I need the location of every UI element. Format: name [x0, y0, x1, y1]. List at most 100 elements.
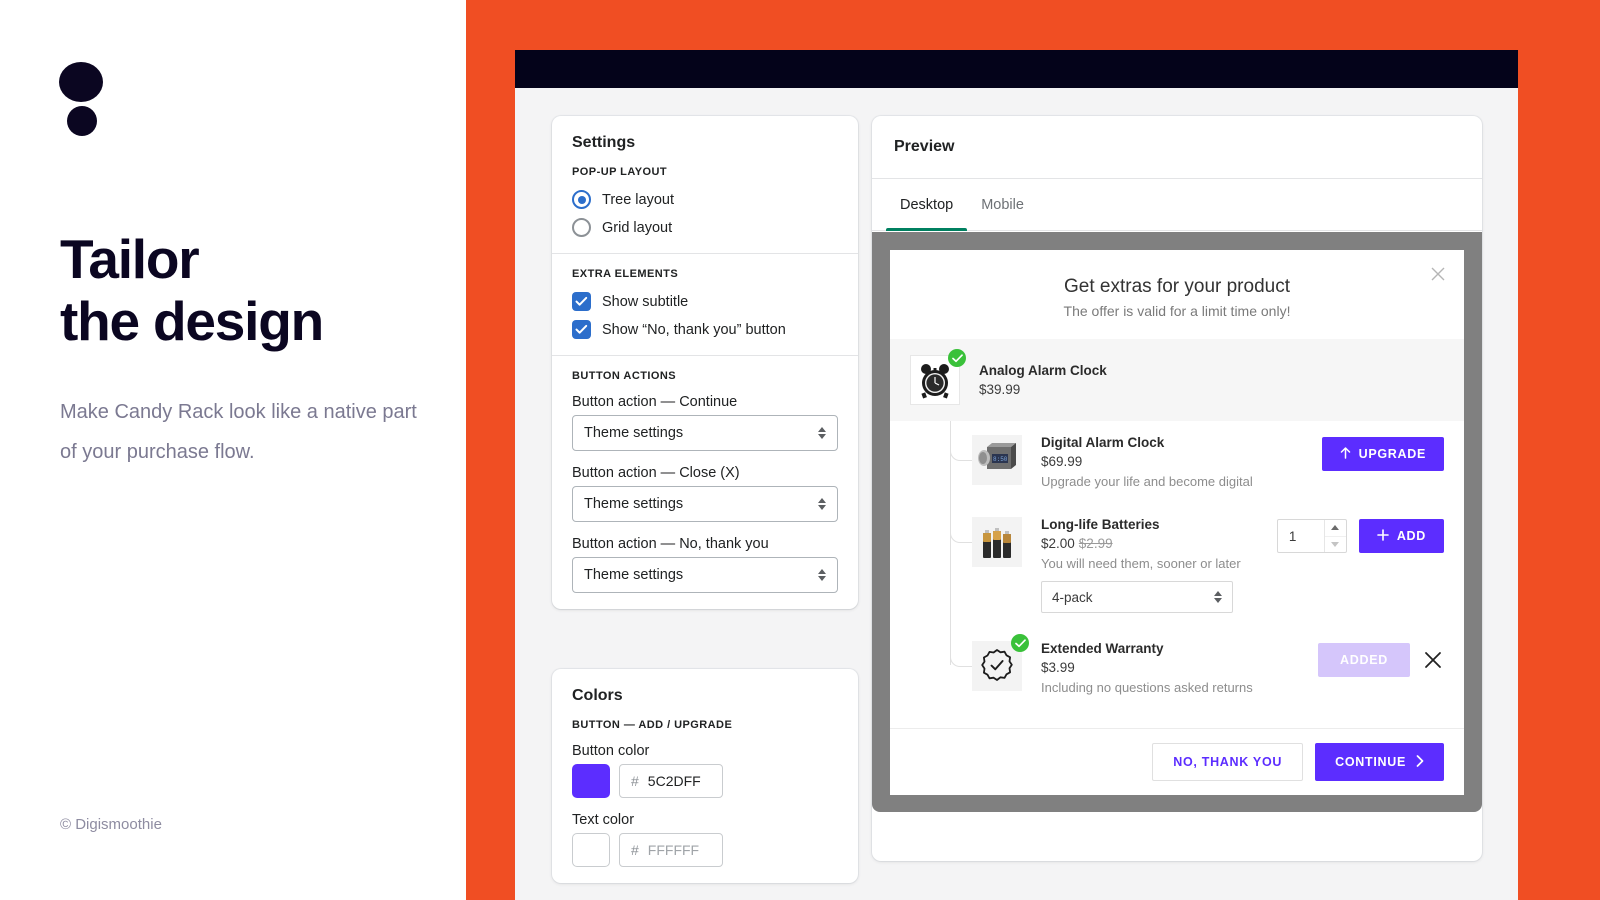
- upgrade-button[interactable]: UPGRADE: [1321, 437, 1444, 471]
- chevron-updown-icon: [818, 427, 826, 439]
- button-color-hex-input[interactable]: # 5C2DFF: [619, 764, 723, 798]
- hash-prefix: #: [631, 842, 639, 858]
- extra-elements-label: EXTRA ELEMENTS: [572, 268, 679, 280]
- parent-product-name: Analog Alarm Clock: [979, 363, 1107, 378]
- checkbox-show-subtitle[interactable]: Show subtitle: [572, 292, 838, 311]
- add-button[interactable]: ADD: [1358, 519, 1444, 553]
- page-title-line2: the design: [60, 290, 324, 352]
- child-product-description: You will need them, sooner or later: [1041, 556, 1241, 571]
- two-dots-logo-icon: [59, 62, 103, 144]
- continue-button[interactable]: CONTINUE: [1315, 743, 1444, 781]
- quantity-increase-button[interactable]: [1324, 520, 1346, 537]
- checkmark-icon: [572, 292, 591, 311]
- digital-alarm-clock-thumb-icon: 8:50: [972, 435, 1022, 485]
- parent-product-row: Analog Alarm Clock $39.99: [890, 339, 1464, 421]
- tab-mobile-label: Mobile: [981, 196, 1024, 213]
- no-thank-you-button[interactable]: NO, THANK YOU: [1152, 743, 1304, 781]
- check-circle-icon: [1011, 634, 1029, 652]
- radio-grid-layout[interactable]: Grid layout: [572, 218, 838, 237]
- text-color-hex-input[interactable]: # FFFFFF: [619, 833, 723, 867]
- button-actions-label: BUTTON ACTIONS: [572, 370, 677, 382]
- child-product-row: Long-life Batteries $2.00 $2.99 You will …: [950, 503, 1464, 627]
- child-product-price: $2.00 $2.99: [1041, 536, 1277, 551]
- copyright-text: © Digismoothie: [60, 816, 162, 833]
- parent-product-price: $39.99: [979, 382, 1021, 397]
- analog-alarm-clock-thumb-icon: [910, 349, 966, 405]
- remove-item-icon[interactable]: [1422, 649, 1444, 671]
- page-title: Tailor the design: [60, 228, 440, 352]
- warranty-seal-icon: [972, 634, 1029, 691]
- field-label-continue: Button action — Continue: [572, 394, 738, 410]
- arrow-up-icon: [1340, 446, 1351, 462]
- tab-mobile[interactable]: Mobile: [967, 179, 1038, 230]
- select-button-action-no-thank-you[interactable]: Theme settings: [572, 557, 838, 593]
- radio-unselected-icon: [572, 218, 591, 237]
- tree-branch-line: [950, 627, 972, 667]
- field-label-close: Button action — Close (X): [572, 465, 740, 481]
- upgrade-button-label: UPGRADE: [1358, 447, 1426, 461]
- variant-select[interactable]: 4-pack: [1041, 581, 1233, 613]
- text-color-hex-value: FFFFFF: [647, 842, 700, 858]
- section-button-colors: BUTTON — ADD / UPGRADE Button color # 5C…: [552, 705, 858, 883]
- button-color-swatch[interactable]: [572, 764, 610, 798]
- popup-footer: NO, THANK YOU CONTINUE: [890, 728, 1464, 795]
- child-product-price: $3.99: [1041, 660, 1075, 675]
- checkbox-show-no-thank-you-label: Show “No, thank you” button: [602, 321, 786, 338]
- colors-card-title: Colors: [572, 687, 623, 704]
- button-color-hex-value: 5C2DFF: [647, 773, 701, 789]
- child-product-name: Extended Warranty: [1041, 641, 1164, 656]
- added-button[interactable]: ADDED: [1318, 643, 1410, 677]
- radio-selected-icon: [572, 190, 591, 209]
- page-title-line1: Tailor: [60, 228, 200, 290]
- batteries-thumb-icon: [972, 517, 1022, 567]
- quantity-value: 1: [1288, 528, 1297, 544]
- quantity-decrease-button[interactable]: [1325, 537, 1346, 553]
- check-circle-icon: [948, 349, 966, 367]
- tab-desktop[interactable]: Desktop: [886, 179, 968, 231]
- field-label-button-color: Button color: [572, 743, 650, 759]
- caret-down-icon: [1331, 541, 1340, 547]
- child-product-info: Digital Alarm Clock $69.99 Upgrade your …: [1041, 435, 1322, 489]
- chevron-updown-icon: [818, 498, 826, 510]
- colors-group-label: BUTTON — ADD / UPGRADE: [572, 719, 733, 731]
- checkmark-icon: [572, 320, 591, 339]
- child-product-name: Digital Alarm Clock: [1041, 435, 1165, 450]
- select-button-action-continue[interactable]: Theme settings: [572, 415, 838, 451]
- child-product-description: Including no questions asked returns: [1041, 680, 1253, 695]
- select-button-action-close[interactable]: Theme settings: [572, 486, 838, 522]
- child-product-row: 8:50 Digital Alarm Clock $69.99 Upgrade …: [950, 421, 1464, 503]
- child-product-content: 8:50 Digital Alarm Clock $69.99 Upgrade …: [972, 435, 1444, 489]
- child-product-actions: UPGRADE: [1321, 435, 1444, 471]
- popup-title: Get extras for your product: [1064, 276, 1290, 297]
- checkbox-show-no-thank-you[interactable]: Show “No, thank you” button: [572, 320, 838, 339]
- child-product-row: Extended Warranty $3.99 Including no que…: [950, 627, 1464, 709]
- chevron-updown-icon: [1214, 591, 1222, 603]
- logo-dot-small: [67, 106, 97, 136]
- no-thank-you-label: NO, THANK YOU: [1173, 755, 1283, 769]
- select-value-close: Theme settings: [584, 496, 684, 512]
- quantity-stepper[interactable]: 1: [1276, 519, 1347, 553]
- continue-label: CONTINUE: [1335, 755, 1406, 769]
- preview-tabs: Desktop Mobile: [872, 179, 1482, 231]
- field-text-color: Text color # FFFFFF: [572, 812, 838, 867]
- app-window: Settings POP-UP LAYOUT Tree layout Grid …: [515, 50, 1518, 900]
- child-product-price: $69.99: [1041, 454, 1083, 469]
- parent-product-info: Analog Alarm Clock $39.99: [979, 363, 1444, 397]
- child-product-info: Long-life Batteries $2.00 $2.99 You will …: [1041, 517, 1277, 613]
- radio-tree-layout[interactable]: Tree layout: [572, 190, 838, 209]
- field-button-action-continue: Button action — Continue Theme settings: [572, 394, 838, 451]
- upsell-popup: Get extras for your product The offer is…: [890, 250, 1464, 795]
- chevron-updown-icon: [818, 569, 826, 581]
- child-product-compare-price: $2.99: [1078, 536, 1113, 551]
- text-color-swatch[interactable]: [572, 833, 610, 867]
- hash-prefix: #: [631, 773, 639, 789]
- popup-product-list: Analog Alarm Clock $39.99 8:50 Digital A…: [890, 339, 1464, 728]
- colors-card: Colors BUTTON — ADD / UPGRADE Button col…: [552, 669, 858, 883]
- svg-text:8:50: 8:50: [993, 456, 1008, 463]
- page-subtitle: Make Candy Rack look like a native part …: [60, 401, 417, 463]
- tab-desktop-label: Desktop: [900, 196, 954, 213]
- popup-layout-label: POP-UP LAYOUT: [572, 166, 668, 178]
- field-button-color: Button color # 5C2DFF: [572, 743, 838, 798]
- close-x-icon[interactable]: [1428, 264, 1448, 284]
- field-label-no-thank-you: Button action — No, thank you: [572, 536, 769, 552]
